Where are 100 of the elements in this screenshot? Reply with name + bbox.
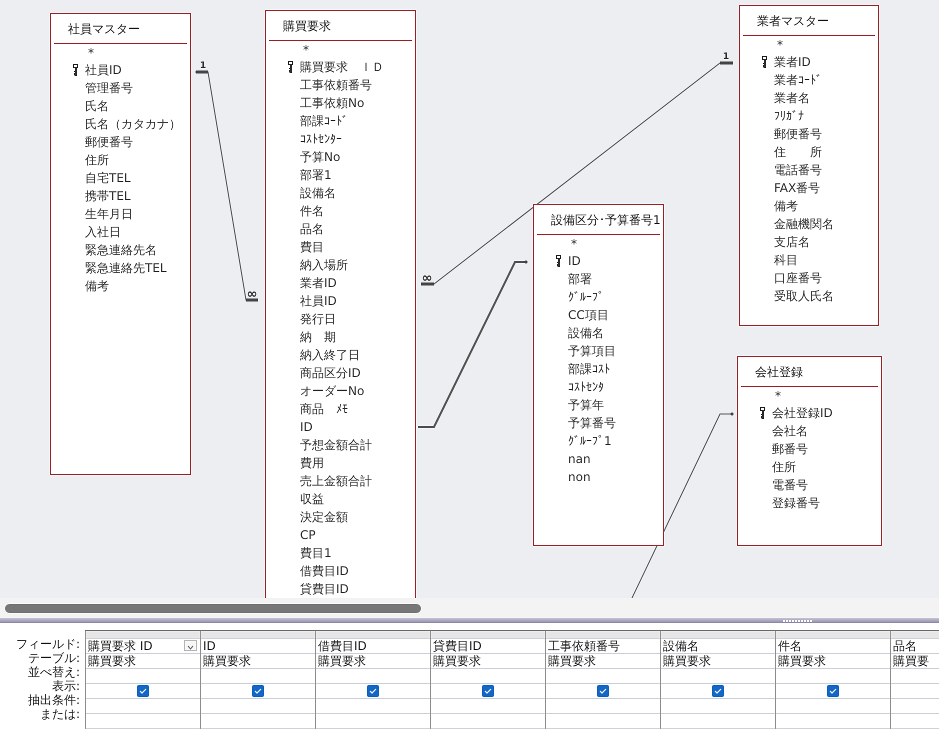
field-name[interactable]: 工事依頼番号	[300, 76, 372, 94]
field-name[interactable]: 借費目ID	[300, 562, 349, 580]
field-name[interactable]: 部課ｺｰﾄﾞ	[300, 112, 348, 130]
field-name[interactable]: 生年月日	[85, 206, 133, 222]
horizontal-scrollbar[interactable]	[0, 598, 939, 618]
field-name[interactable]: 社員ID	[300, 292, 337, 310]
relationship-line[interactable]	[194, 70, 258, 302]
field-name[interactable]: 住 所	[774, 144, 822, 160]
field-name[interactable]: 氏名（カタカナ）	[85, 116, 181, 132]
table-title[interactable]: 設備区分･予算番号1	[537, 205, 660, 235]
field-cell[interactable]: ID	[201, 639, 315, 654]
field-name[interactable]: *	[777, 38, 783, 52]
field-cell[interactable]: 購買要求 ID	[86, 639, 200, 654]
dropdown-button[interactable]	[184, 640, 197, 651]
field-name[interactable]: *	[303, 42, 309, 56]
field-name[interactable]: 納入終了日	[300, 346, 360, 364]
field-name[interactable]: 業者名	[774, 90, 810, 106]
table-cell[interactable]: 購買要求	[661, 654, 775, 669]
field-name[interactable]: *	[88, 46, 94, 60]
field-name[interactable]: 貸費目ID	[300, 580, 349, 598]
field-name[interactable]: 電番号	[772, 476, 808, 494]
field-name[interactable]: 商品 ﾒﾓ	[300, 400, 348, 418]
field-cell[interactable]: 品名	[891, 639, 939, 654]
show-checkbox[interactable]	[367, 685, 379, 697]
field-name[interactable]: オーダーNo	[300, 382, 364, 400]
field-name[interactable]: 受取人氏名	[774, 288, 834, 304]
field-name[interactable]: 納 期	[300, 328, 336, 346]
field-name[interactable]: 緊急連絡先TEL	[85, 260, 167, 276]
field-name[interactable]: 支店名	[774, 234, 810, 250]
field-name[interactable]: 業者ID	[774, 54, 811, 70]
field-name[interactable]: 郵便番号	[85, 134, 133, 150]
field-name[interactable]: 金融機関名	[774, 216, 834, 232]
field-name[interactable]: *	[571, 236, 577, 250]
field-cell[interactable]: 工事依頼番号	[546, 639, 660, 654]
field-name[interactable]: ID	[568, 254, 581, 268]
field-name[interactable]: 会社名	[772, 422, 808, 440]
show-checkbox[interactable]	[137, 685, 149, 697]
field-name[interactable]: ﾌﾘｶﾞﾅ	[774, 109, 804, 123]
show-checkbox[interactable]	[482, 685, 494, 697]
field-name[interactable]: 部署1	[300, 166, 332, 184]
field-name[interactable]: 郵便番号	[774, 126, 822, 142]
field-name[interactable]: 件名	[300, 202, 324, 220]
field-name[interactable]: 購買要求 ＩＤ	[300, 58, 384, 76]
table-title[interactable]: 業者マスター	[743, 6, 875, 36]
field-name[interactable]: 入社日	[85, 224, 121, 240]
show-checkbox[interactable]	[597, 685, 609, 697]
field-cell[interactable]: 設備名	[661, 639, 775, 654]
splitter-bar[interactable]	[0, 618, 939, 623]
field-name[interactable]: 電話番号	[774, 162, 822, 178]
field-name[interactable]: 費目	[300, 238, 324, 256]
field-name[interactable]: 携帯TEL	[85, 188, 131, 204]
field-name[interactable]: CC項目	[568, 306, 609, 324]
table-cell[interactable]: 購買要	[891, 654, 939, 669]
table-title[interactable]: 購買要求	[269, 11, 412, 41]
field-name[interactable]: 予算年	[568, 396, 604, 414]
field-name[interactable]: *	[775, 388, 781, 402]
table-cell[interactable]: 購買要求	[86, 654, 200, 669]
field-name[interactable]: 費目1	[300, 544, 332, 562]
field-name[interactable]: 決定金額	[300, 508, 348, 526]
field-name[interactable]: 氏名	[85, 98, 109, 114]
field-name[interactable]: ｸﾞﾙｰﾌﾟ1	[568, 434, 612, 448]
field-name[interactable]: 口座番号	[774, 270, 822, 286]
show-checkbox[interactable]	[712, 685, 724, 697]
field-name[interactable]: FAX番号	[774, 180, 820, 196]
field-name[interactable]: 会社登録ID	[772, 404, 833, 422]
table-cell[interactable]: 購買要求	[546, 654, 660, 669]
field-name[interactable]: 工事依頼No	[300, 94, 364, 112]
field-name[interactable]: nan	[568, 452, 591, 466]
field-name[interactable]: 社員ID	[85, 62, 122, 78]
field-name[interactable]: 設備名	[300, 184, 336, 202]
field-name[interactable]: 部課ｺｽﾄ	[568, 360, 610, 378]
table-cell[interactable]: 購買要求	[776, 654, 890, 669]
field-cell[interactable]: 件名	[776, 639, 890, 654]
field-cell[interactable]: 借費目ID	[316, 639, 430, 654]
field-name[interactable]: ｸﾞﾙｰﾌﾟ	[568, 290, 604, 304]
table-cell[interactable]: 購買要求	[316, 654, 430, 669]
field-name[interactable]: 納入場所	[300, 256, 348, 274]
field-name[interactable]: 予想金額合計	[300, 436, 372, 454]
field-name[interactable]: 業者ID	[300, 274, 337, 292]
field-name[interactable]: ID	[300, 420, 313, 434]
field-name[interactable]: 備考	[85, 278, 109, 294]
field-name[interactable]: 自宅TEL	[85, 170, 131, 186]
field-name[interactable]: 備考	[774, 198, 798, 214]
relationship-line[interactable]	[418, 260, 528, 428]
field-name[interactable]: 予算No	[300, 148, 340, 166]
field-name[interactable]: 商品区分ID	[300, 364, 361, 382]
table-cell[interactable]: 購買要求	[201, 654, 315, 669]
field-name[interactable]: 緊急連絡先名	[85, 242, 157, 258]
table-cell[interactable]: 購買要求	[431, 654, 545, 669]
relationship-line[interactable]	[420, 62, 734, 286]
table-title[interactable]: 社員マスター	[54, 14, 187, 44]
field-name[interactable]: 収益	[300, 490, 324, 508]
field-name[interactable]: 郵番号	[772, 440, 808, 458]
field-name[interactable]: 発行日	[300, 310, 336, 328]
field-name[interactable]: 売上金額合計	[300, 472, 372, 490]
field-name[interactable]: 品名	[300, 220, 324, 238]
show-checkbox[interactable]	[827, 685, 839, 697]
field-name[interactable]: 業者ｺｰﾄﾞ	[774, 72, 822, 88]
field-name[interactable]: 住所	[772, 458, 796, 476]
table-title[interactable]: 会社登録	[741, 357, 878, 387]
